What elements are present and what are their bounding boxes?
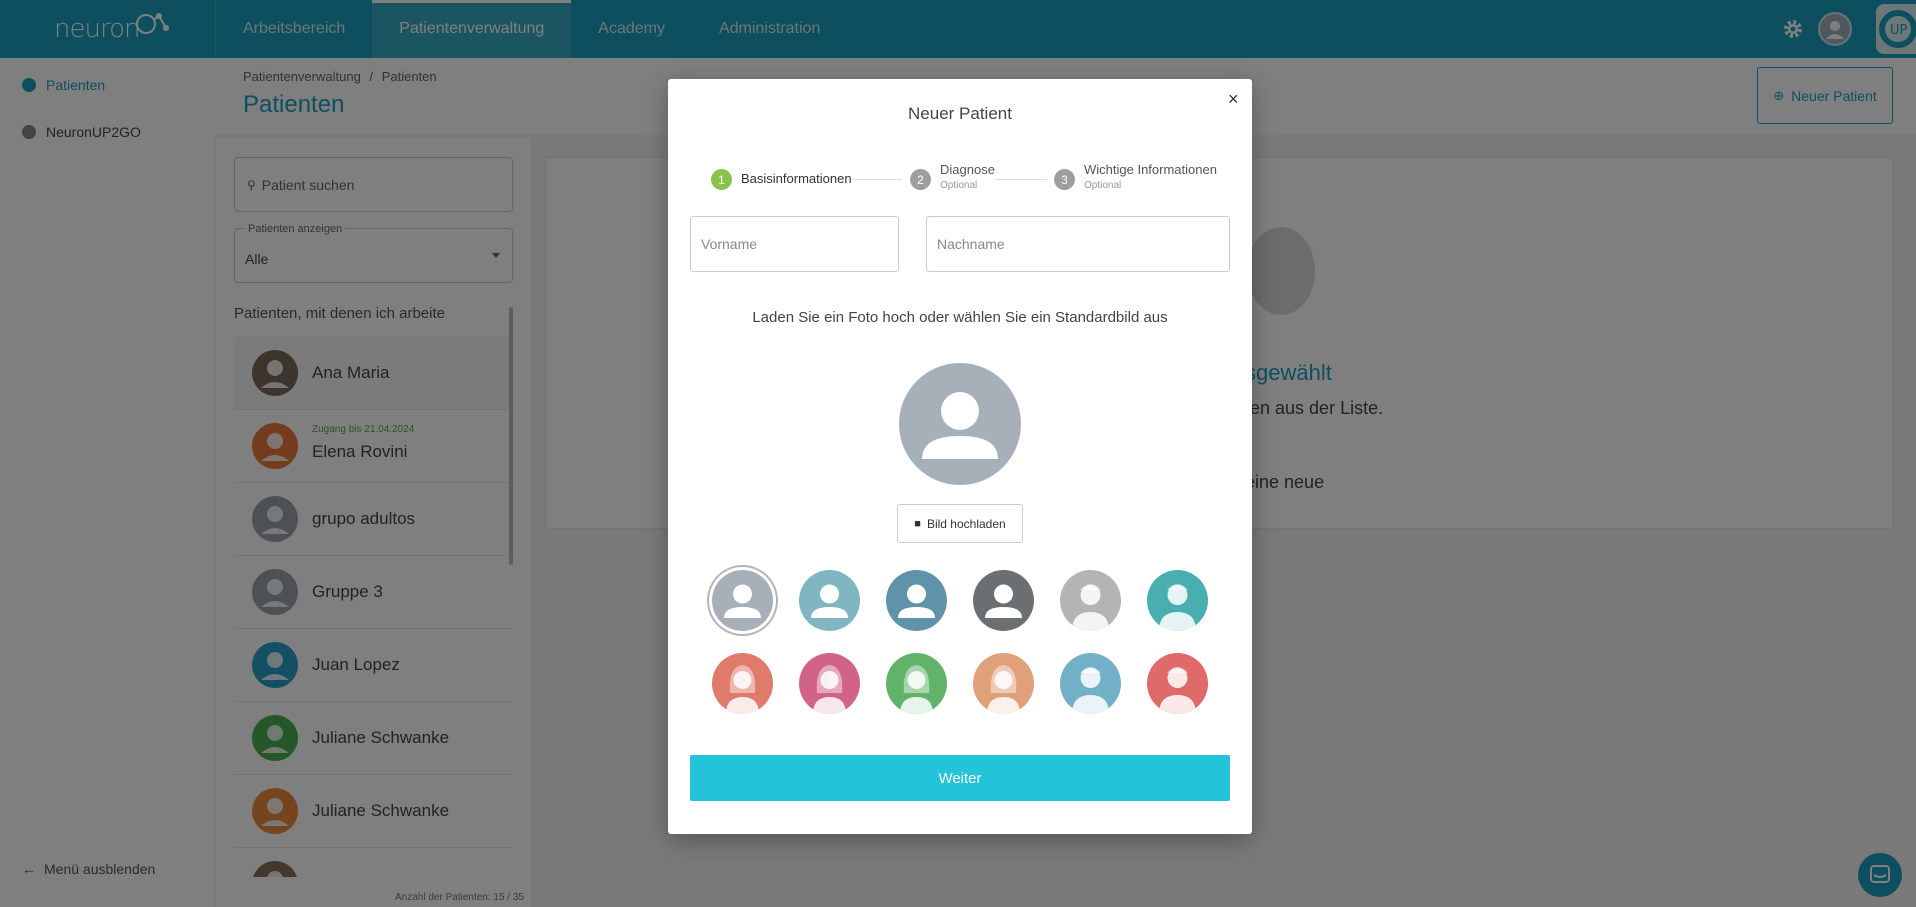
camera-icon: ■ [914, 517, 921, 530]
upload-label: Bild hochladen [926, 516, 1006, 531]
photo-instructions: Laden Sie ein Foto hoch oder wählen Sie … [752, 309, 1168, 326]
person-icon [985, 584, 1022, 618]
woman-icon [813, 665, 846, 714]
step-wichtige-informationen[interactable]: 3 Wichtige Informationen Optional [1054, 162, 1217, 194]
first-name-field[interactable]: Vorname [690, 216, 899, 272]
girl-icon [900, 665, 933, 714]
person-icon [811, 584, 848, 618]
default-avatar-option[interactable] [1060, 653, 1121, 714]
next-button[interactable]: Weiter [690, 755, 1230, 801]
upload-photo-button[interactable]: ■ Bild hochladen [897, 504, 1023, 543]
step-number: 3 [1054, 169, 1075, 190]
default-avatar-option[interactable] [712, 570, 773, 631]
last-name-field[interactable]: Nachname [926, 216, 1230, 272]
default-avatar-option[interactable] [1147, 570, 1208, 631]
step-label: Basisinformationen [741, 171, 852, 186]
default-avatar-option[interactable] [712, 653, 773, 714]
step-optional: Optional [1084, 180, 1122, 191]
man-icon [1072, 584, 1109, 631]
default-avatar-option[interactable] [1147, 653, 1208, 714]
selected-avatar-preview [899, 363, 1021, 485]
step-connector [852, 179, 902, 180]
step-connector [995, 179, 1047, 180]
default-avatar-option[interactable] [799, 570, 860, 631]
woman-icon [726, 665, 759, 714]
new-patient-dialog: Neuer Patient × 1 Basisinformationen 2 D… [668, 79, 1252, 834]
man-icon [1159, 584, 1196, 631]
default-avatar-grid [712, 570, 1212, 720]
girl-icon [987, 665, 1020, 714]
boy-icon [1072, 667, 1109, 714]
step-label: Wichtige Informationen [1084, 162, 1217, 177]
default-avatar-option[interactable] [973, 653, 1034, 714]
step-number: 1 [711, 169, 732, 190]
dialog-title: Neuer Patient [908, 104, 1012, 123]
person-icon [898, 584, 935, 618]
close-icon[interactable]: × [1228, 89, 1239, 110]
person-icon [922, 392, 998, 459]
default-avatar-option[interactable] [886, 653, 947, 714]
step-basisinformationen[interactable]: 1 Basisinformationen [711, 169, 852, 190]
step-label: Diagnose [940, 162, 995, 177]
step-number: 2 [910, 169, 931, 190]
step-optional: Optional [940, 180, 978, 191]
person-icon [724, 584, 761, 618]
default-avatar-option[interactable] [799, 653, 860, 714]
default-avatar-option[interactable] [973, 570, 1034, 631]
boy-icon [1159, 667, 1196, 714]
step-diagnose[interactable]: 2 Diagnose Optional [910, 162, 995, 194]
default-avatar-option[interactable] [886, 570, 947, 631]
default-avatar-option[interactable] [1060, 570, 1121, 631]
